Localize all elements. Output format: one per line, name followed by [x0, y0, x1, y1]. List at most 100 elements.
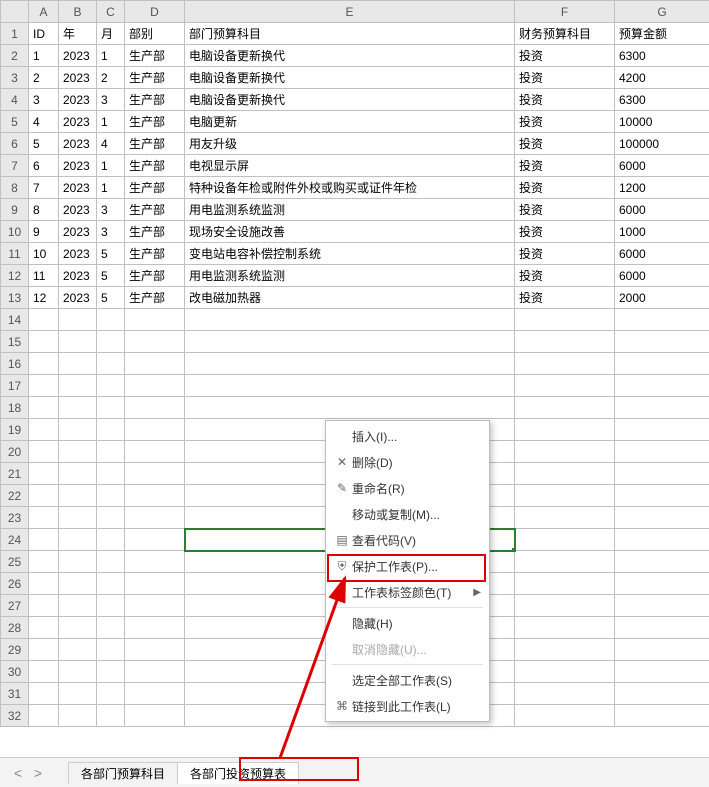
cell-F10[interactable]: 投资	[515, 221, 615, 243]
row-header[interactable]: 3	[1, 67, 29, 89]
cell-D4[interactable]: 生产部	[125, 89, 185, 111]
cell-B3[interactable]: 2023	[59, 67, 97, 89]
cell-F32[interactable]	[515, 705, 615, 727]
cell-B21[interactable]	[59, 463, 97, 485]
cell-G31[interactable]	[615, 683, 709, 705]
cell-F31[interactable]	[515, 683, 615, 705]
cell-A12[interactable]: 11	[29, 265, 59, 287]
cell-C11[interactable]: 5	[97, 243, 125, 265]
cell-B20[interactable]	[59, 441, 97, 463]
cell-G10[interactable]: 1000	[615, 221, 709, 243]
row-header[interactable]: 26	[1, 573, 29, 595]
row-header[interactable]: 4	[1, 89, 29, 111]
cell-C7[interactable]: 1	[97, 155, 125, 177]
cell-B2[interactable]: 2023	[59, 45, 97, 67]
cell-B22[interactable]	[59, 485, 97, 507]
cell-E1[interactable]: 部门预算科目	[185, 23, 515, 45]
row-header[interactable]: 17	[1, 375, 29, 397]
cell-A30[interactable]	[29, 661, 59, 683]
cell-A3[interactable]: 2	[29, 67, 59, 89]
col-header-G[interactable]: G	[615, 1, 709, 23]
cell-B26[interactable]	[59, 573, 97, 595]
cell-D6[interactable]: 生产部	[125, 133, 185, 155]
cell-A7[interactable]: 6	[29, 155, 59, 177]
cell-A19[interactable]	[29, 419, 59, 441]
cell-E12[interactable]: 用电监测系统监测	[185, 265, 515, 287]
sheet-tab-1[interactable]: 各部门预算科目	[68, 762, 178, 784]
cell-C23[interactable]	[97, 507, 125, 529]
row-header[interactable]: 25	[1, 551, 29, 573]
cell-G5[interactable]: 10000	[615, 111, 709, 133]
cell-C24[interactable]	[97, 529, 125, 551]
cell-F4[interactable]: 投资	[515, 89, 615, 111]
cell-C27[interactable]	[97, 595, 125, 617]
cell-E6[interactable]: 用友升级	[185, 133, 515, 155]
cell-A16[interactable]	[29, 353, 59, 375]
col-header-D[interactable]: D	[125, 1, 185, 23]
cell-E10[interactable]: 现场安全设施改善	[185, 221, 515, 243]
row-header[interactable]: 7	[1, 155, 29, 177]
cell-G29[interactable]	[615, 639, 709, 661]
cell-G27[interactable]	[615, 595, 709, 617]
cell-G26[interactable]	[615, 573, 709, 595]
row-header[interactable]: 19	[1, 419, 29, 441]
cell-A32[interactable]	[29, 705, 59, 727]
cell-A23[interactable]	[29, 507, 59, 529]
row-header[interactable]: 20	[1, 441, 29, 463]
cell-A6[interactable]: 5	[29, 133, 59, 155]
menu-protect-sheet[interactable]: ⛨保护工作表(P)...	[326, 553, 489, 579]
cell-D32[interactable]	[125, 705, 185, 727]
cell-B28[interactable]	[59, 617, 97, 639]
cell-G12[interactable]: 6000	[615, 265, 709, 287]
cell-D29[interactable]	[125, 639, 185, 661]
cell-G25[interactable]	[615, 551, 709, 573]
cell-F24[interactable]	[515, 529, 615, 551]
cell-F18[interactable]	[515, 397, 615, 419]
cell-B27[interactable]	[59, 595, 97, 617]
cell-C22[interactable]	[97, 485, 125, 507]
cell-F16[interactable]	[515, 353, 615, 375]
cell-C31[interactable]	[97, 683, 125, 705]
cell-D13[interactable]: 生产部	[125, 287, 185, 309]
menu-insert[interactable]: 插入(I)...	[326, 423, 489, 449]
col-header-F[interactable]: F	[515, 1, 615, 23]
menu-hide[interactable]: 隐藏(H)	[326, 610, 489, 636]
cell-A8[interactable]: 7	[29, 177, 59, 199]
cell-C32[interactable]	[97, 705, 125, 727]
cell-F14[interactable]	[515, 309, 615, 331]
cell-E3[interactable]: 电脑设备更新换代	[185, 67, 515, 89]
row-header[interactable]: 23	[1, 507, 29, 529]
col-header-A[interactable]: A	[29, 1, 59, 23]
menu-move-copy[interactable]: 移动或复制(M)...	[326, 501, 489, 527]
cell-C25[interactable]	[97, 551, 125, 573]
cell-F8[interactable]: 投资	[515, 177, 615, 199]
menu-select-all-sheets[interactable]: 选定全部工作表(S)	[326, 667, 489, 693]
cell-G9[interactable]: 6000	[615, 199, 709, 221]
cell-E9[interactable]: 用电监测系统监测	[185, 199, 515, 221]
cell-D7[interactable]: 生产部	[125, 155, 185, 177]
cell-D28[interactable]	[125, 617, 185, 639]
row-header[interactable]: 9	[1, 199, 29, 221]
col-header-C[interactable]: C	[97, 1, 125, 23]
cell-F26[interactable]	[515, 573, 615, 595]
row-header[interactable]: 31	[1, 683, 29, 705]
cell-G3[interactable]: 4200	[615, 67, 709, 89]
cell-G4[interactable]: 6300	[615, 89, 709, 111]
row-header[interactable]: 28	[1, 617, 29, 639]
cell-C10[interactable]: 3	[97, 221, 125, 243]
cell-B14[interactable]	[59, 309, 97, 331]
row-header[interactable]: 10	[1, 221, 29, 243]
cell-E2[interactable]: 电脑设备更新换代	[185, 45, 515, 67]
cell-C9[interactable]: 3	[97, 199, 125, 221]
cell-B18[interactable]	[59, 397, 97, 419]
cell-C6[interactable]: 4	[97, 133, 125, 155]
cell-A5[interactable]: 4	[29, 111, 59, 133]
cell-A28[interactable]	[29, 617, 59, 639]
cell-B7[interactable]: 2023	[59, 155, 97, 177]
row-header[interactable]: 29	[1, 639, 29, 661]
row-header[interactable]: 18	[1, 397, 29, 419]
cell-D17[interactable]	[125, 375, 185, 397]
cell-B32[interactable]	[59, 705, 97, 727]
cell-B8[interactable]: 2023	[59, 177, 97, 199]
cell-F30[interactable]	[515, 661, 615, 683]
